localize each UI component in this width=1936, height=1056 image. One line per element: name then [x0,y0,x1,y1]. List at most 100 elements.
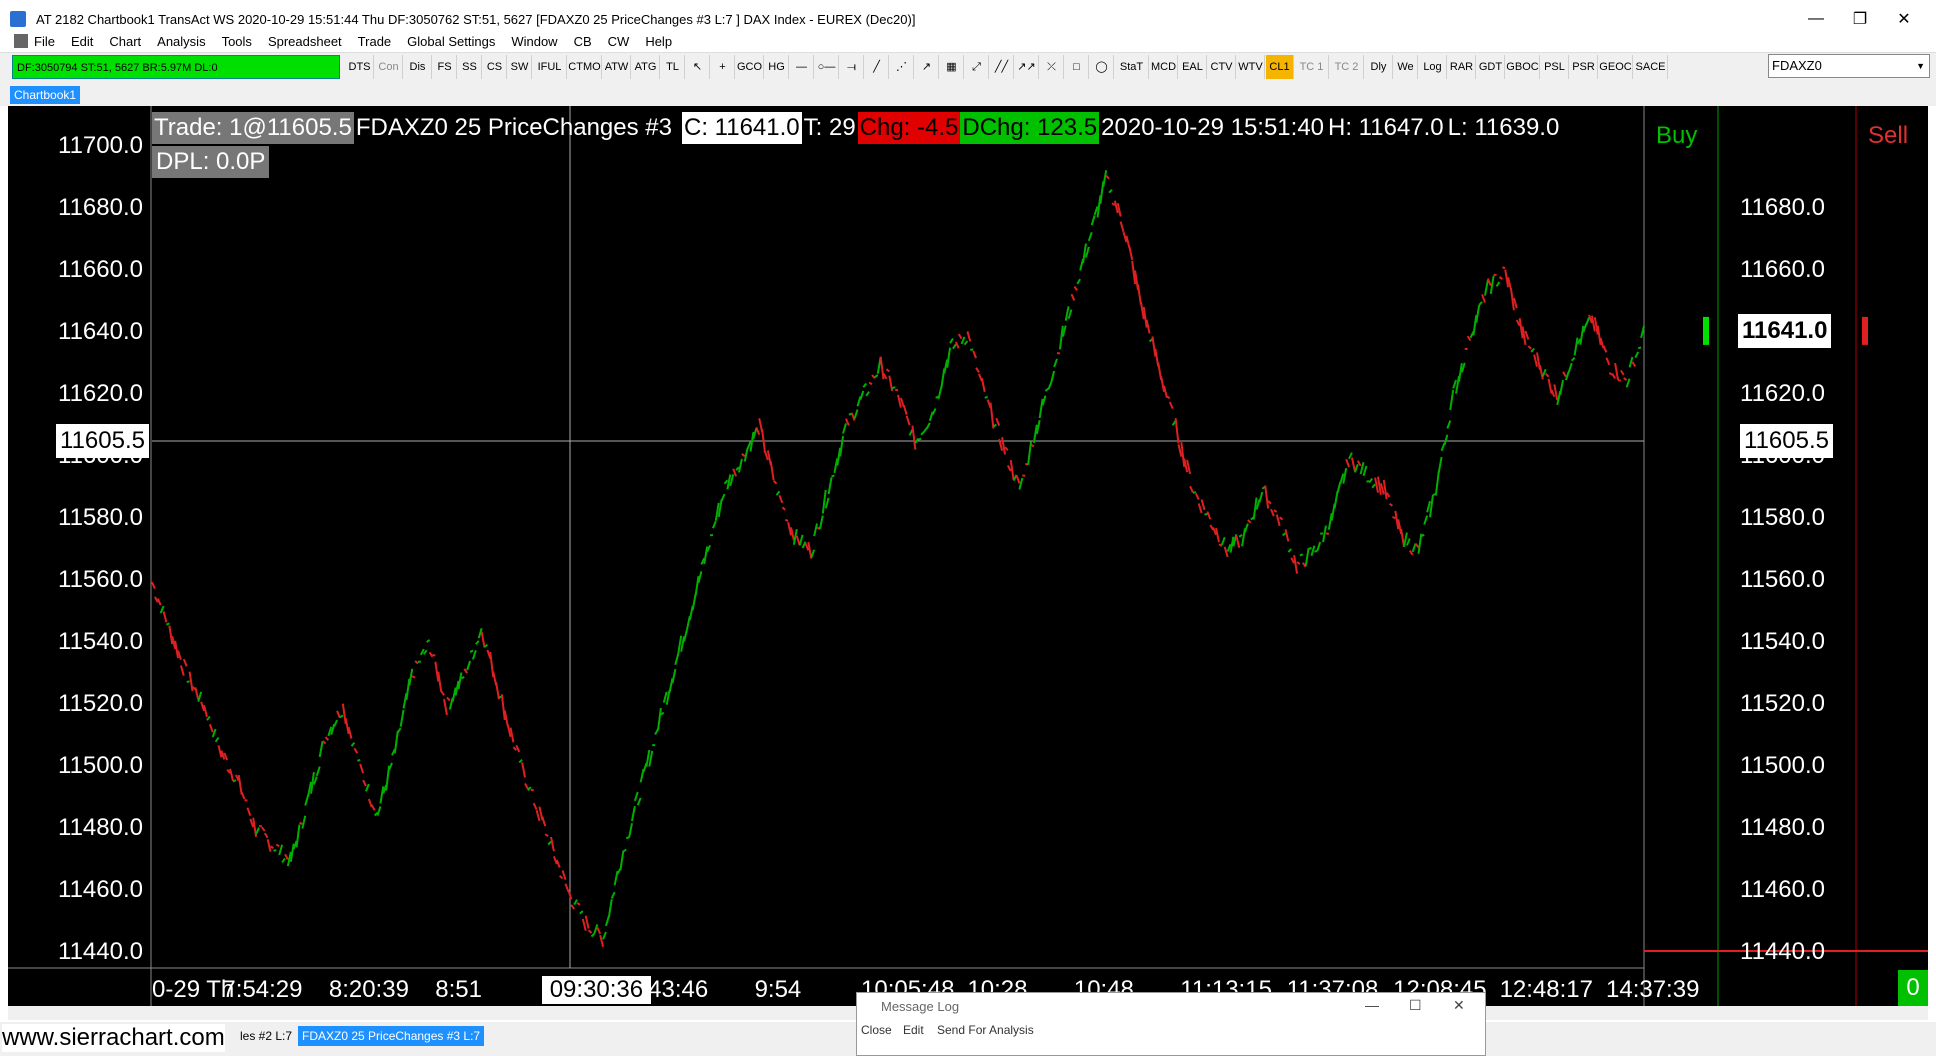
toolbar-button[interactable]: CL1 [1266,55,1294,79]
toolbar-button[interactable]: DTS [346,55,374,79]
menu-chart[interactable]: Chart [109,34,141,49]
toolbar-button[interactable]: PSR [1570,55,1598,79]
menu-file[interactable]: File [34,34,55,49]
toolbar-button[interactable]: StaT [1115,55,1149,79]
price-segment [813,523,819,537]
price-segment [920,430,925,436]
price-segment [480,631,486,648]
data-status-indicator[interactable]: DF:3050794 ST:51, 5627 BR:5.97M DL:0 [12,55,340,79]
toolbar-button[interactable]: ATW [603,55,631,79]
message-log-send-menu[interactable]: Send For Analysis [937,1023,1034,1037]
toolbar-button[interactable]: ⤢ [965,55,989,79]
toolbar-button[interactable]: GCO [736,55,764,79]
chart-tab-2[interactable]: les #2 L:7 [236,1026,296,1046]
toolbar-button[interactable]: GDT [1477,55,1505,79]
message-log-minimize-button[interactable]: — [1365,997,1379,1013]
toolbar-button[interactable]: ╱ [865,55,889,79]
toolbar-button[interactable]: SS [458,55,482,79]
toolbar-button[interactable]: MCD [1150,55,1178,79]
toolbar-button[interactable]: — [790,55,814,79]
menu-analysis[interactable]: Analysis [157,34,205,49]
chart-tab-3[interactable]: FDAXZ0 25 PriceChanges #3 L:7 [298,1026,485,1046]
price-segment [1345,458,1351,468]
menu-tools[interactable]: Tools [222,34,252,49]
y-tick-right: 11580.0 [1740,504,1825,531]
toolbar-button[interactable]: FS [433,55,457,79]
toolbar-button[interactable]: We [1394,55,1418,79]
price-segment [1573,337,1579,356]
toolbar-button[interactable]: SACE [1634,55,1668,79]
message-log-edit-menu[interactable]: Edit [903,1023,924,1037]
menu-help[interactable]: Help [645,34,672,49]
price-segment [1336,481,1342,494]
toolbar-button[interactable]: Dis [404,55,432,79]
toolbar-button[interactable]: SW [508,55,532,79]
toolbar-button[interactable]: □ [1065,55,1089,79]
x-tick-label: 9:54 [754,976,802,1003]
menu-cb[interactable]: CB [574,34,592,49]
chevron-down-icon[interactable]: ▼ [1916,55,1925,77]
price-segment [697,571,703,583]
price-segment [333,719,338,727]
price-segment [396,727,402,733]
price-segment [1533,354,1538,367]
toolbar-button[interactable]: Con [375,55,403,79]
symbol-select[interactable]: FDAXZ0 ▼ [1768,54,1930,78]
dom-sell-label[interactable]: Sell [1868,122,1908,150]
toolbar-button[interactable]: IFUL [533,55,567,79]
price-chart[interactable] [8,106,1928,1010]
chart-area[interactable] [8,106,1928,1010]
menu-window[interactable]: Window [511,34,557,49]
toolbar-button[interactable]: ↗ [915,55,939,79]
toolbar-button[interactable]: RAR [1448,55,1476,79]
toolbar-button[interactable]: EAL [1179,55,1207,79]
price-segment [596,927,602,935]
price-segment [457,672,463,690]
dom-buy-label[interactable]: Buy [1656,122,1697,150]
toolbar-button[interactable]: ATG [632,55,660,79]
y-tick-left: 11480.0 [58,814,143,841]
message-log-window[interactable]: Message Log — ☐ ✕ Close Edit Send For An… [856,992,1486,1056]
toolbar-button[interactable]: CS [483,55,507,79]
menu-cw[interactable]: CW [608,34,630,49]
toolbar-button[interactable]: WTV [1237,55,1265,79]
tab-chartbook1[interactable]: Chartbook1 [10,86,81,104]
price-segment [1163,385,1168,398]
price-segment [1270,508,1275,517]
y-tick-right: 11520.0 [1740,690,1825,717]
toolbar-button[interactable]: Log [1419,55,1447,79]
toolbar-button[interactable]: ╱╱ [990,55,1014,79]
message-log-close-menu[interactable]: Close [861,1023,892,1037]
toolbar-button[interactable]: ▦ [940,55,964,79]
message-log-close-button[interactable]: ✕ [1453,997,1465,1014]
price-segment [220,750,226,760]
toolbar-button[interactable]: TC 1 [1295,55,1329,79]
menu-spreadsheet[interactable]: Spreadsheet [268,34,342,49]
price-segment [1327,513,1333,530]
menu-edit[interactable]: Edit [71,34,93,49]
price-segment [426,639,431,643]
toolbar-button[interactable]: TL [661,55,685,79]
price-segment [1638,346,1642,350]
toolbar-button[interactable]: ◯ [1090,55,1114,79]
toolbar-button[interactable]: ⋰ [890,55,914,79]
menu-trade[interactable]: Trade [358,34,391,49]
toolbar-button[interactable]: PSL [1541,55,1569,79]
toolbar-button[interactable]: Dly [1365,55,1393,79]
toolbar-button[interactable]: + [711,55,735,79]
toolbar-button[interactable]: CTV [1208,55,1236,79]
toolbar-button[interactable]: GEOC [1599,55,1633,79]
toolbar-button[interactable]: TC 2 [1330,55,1364,79]
toolbar-button[interactable]: ○— [815,55,839,79]
message-log-maximize-button[interactable]: ☐ [1409,997,1422,1014]
toolbar-button[interactable]: ↗↗ [1015,55,1039,79]
price-segment [1596,325,1602,346]
toolbar-button[interactable]: ⟞ [840,55,864,79]
price-segment [1547,378,1553,394]
toolbar-button[interactable]: ⤫ [1040,55,1064,79]
toolbar-button[interactable]: ↖ [686,55,710,79]
toolbar-button[interactable]: CTMO [568,55,602,79]
menu-global-settings[interactable]: Global Settings [407,34,495,49]
toolbar-button[interactable]: HG [765,55,789,79]
toolbar-button[interactable]: GBOC [1506,55,1540,79]
